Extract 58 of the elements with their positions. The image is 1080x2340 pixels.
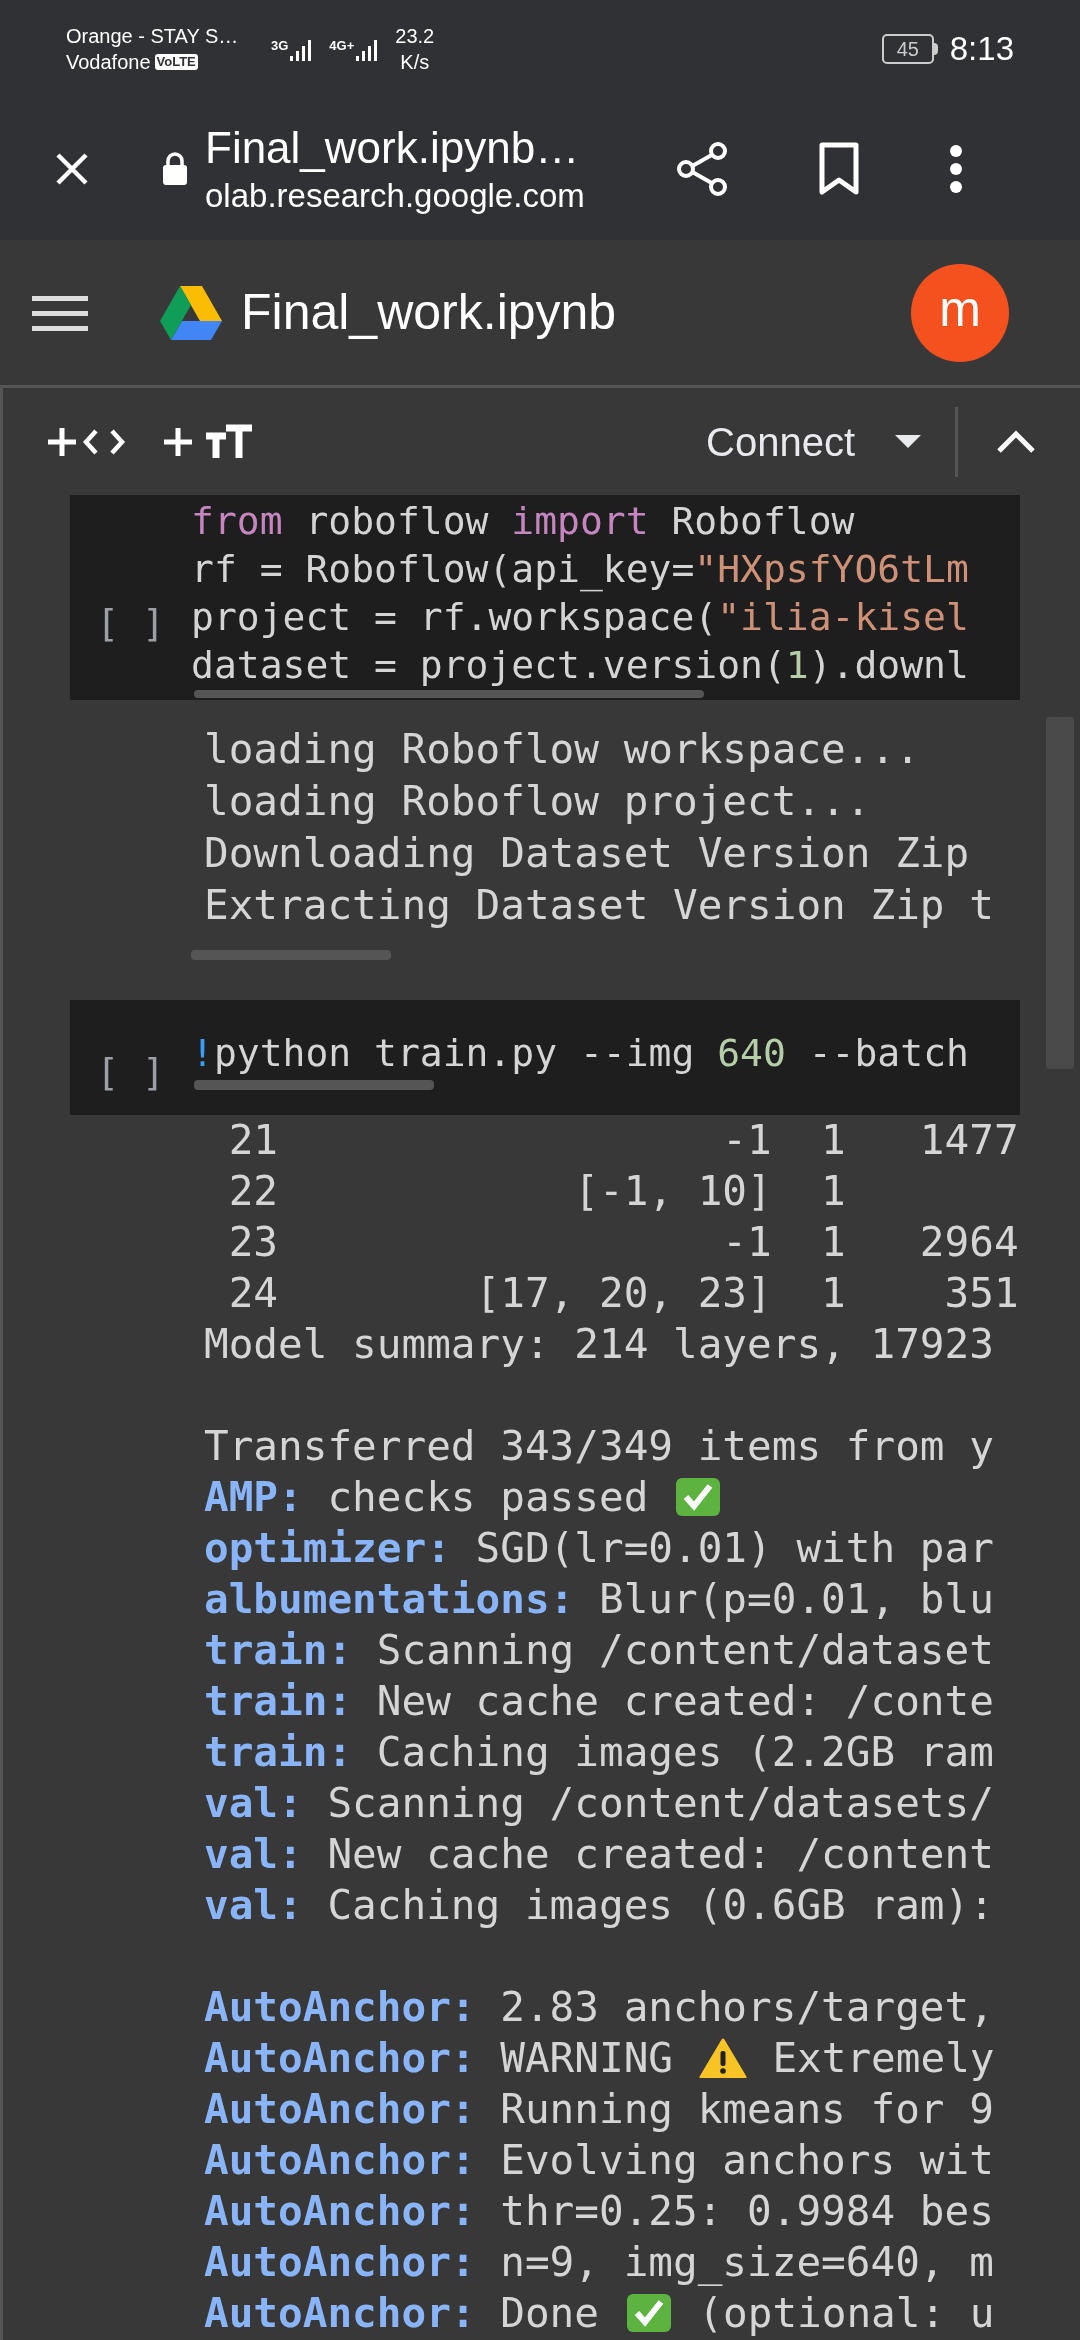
scrollbar-thumb[interactable]	[194, 1080, 434, 1090]
output-line: loading Roboflow workspace...	[204, 724, 920, 775]
output-line: AutoAnchor: WARNING Extremely	[204, 2033, 995, 2084]
output-line: AutoAnchor: Running kmeans for 9	[204, 2084, 994, 2135]
run-cell-button[interactable]: [ ]	[96, 545, 165, 700]
bookmark-icon	[819, 141, 859, 196]
output-line: optimizer: SGD(lr=0.01) with par	[204, 1523, 994, 1574]
network-type: 3G	[271, 36, 289, 55]
clock: 8:13	[949, 28, 1014, 69]
caret-icon	[895, 434, 921, 449]
output-line: albumentations: Blur(p=0.01, blu	[204, 1574, 994, 1625]
drive-logo-icon	[160, 284, 222, 341]
output-line: Extracting Dataset Version Zip t	[204, 880, 994, 931]
lock-icon	[162, 151, 188, 186]
chevron-up-icon	[996, 429, 1036, 454]
output-line: AutoAnchor: 2.83 anchors/target,	[204, 1982, 994, 2033]
add-text-icon	[162, 423, 254, 460]
output-line: loading Roboflow project...	[204, 776, 871, 827]
scrollbar-thumb[interactable]	[191, 950, 391, 960]
output-line: train: Scanning /content/dataset	[204, 1625, 994, 1676]
code-line: dataset = project.version(1).downl	[191, 642, 970, 689]
connect-button[interactable]: Connect	[706, 406, 921, 477]
menu-icon	[32, 293, 88, 332]
output-line: AMP: checks passed	[204, 1472, 723, 1523]
code-cell[interactable]: [ ] from roboflow import Roboflow rf = Roboflow(api_key="HXpsfYO6tLm project = rf.workspace("ilia-kisel dataset = project.version(1).downl	[70, 495, 1020, 700]
scrollbar-thumb[interactable]	[194, 690, 704, 698]
output-line: 24 [17, 20, 23] 1 351	[227, 1268, 1019, 1319]
output-line: val: New cache created: /content	[204, 1829, 994, 1880]
more-icon	[949, 143, 963, 194]
url-text: olab.research.google.com	[205, 175, 586, 216]
output-line: train: New cache created: /conte	[204, 1676, 994, 1727]
output-line: 23 -1 1 2964	[227, 1217, 1019, 1268]
speed-unit: K/s	[400, 49, 430, 75]
page-title: Final_work.ipynb…	[205, 121, 581, 174]
output-line: train: Caching images (2.2GB ram	[204, 1727, 994, 1778]
code-line: rf = Roboflow(api_key="HXpsfYO6tLm	[191, 546, 970, 593]
code-line: from roboflow import Roboflow	[191, 498, 856, 545]
network-type: 4G+	[329, 36, 355, 55]
output-line: Model summary: 214 layers, 17923	[204, 1319, 994, 1370]
carrier-name: Orange - STAY S…	[66, 23, 240, 49]
network-speed: 23.2	[395, 23, 435, 49]
output-line: AutoAnchor: Evolving anchors wit	[204, 2135, 994, 2186]
output-line: AutoAnchor: thr=0.25: 0.9984 bes	[204, 2186, 994, 2237]
output-line: 22 [-1, 10] 1	[227, 1166, 846, 1217]
output-line: AutoAnchor: Done (optional: u	[204, 2288, 995, 2339]
volte-badge: VoLTE	[154, 53, 198, 70]
output-line: 21 -1 1 1477	[227, 1115, 1019, 1166]
run-cell-button[interactable]: [ ]	[96, 1029, 165, 1115]
carrier-name: Vodafone	[66, 49, 151, 75]
output-line: Downloading Dataset Version Zip	[204, 828, 970, 879]
notebook-title: Final_work.ipynb	[241, 283, 617, 342]
code-line: !python train.py --img 640 --batch	[191, 1030, 970, 1077]
output-line: val: Caching images (0.6GB ram):	[204, 1880, 994, 1931]
output-line: AutoAnchor: n=9, img_size=640, m	[204, 2237, 994, 2288]
code-cell[interactable]: [ ] !python train.py --img 640 --batch	[70, 1000, 1020, 1115]
code-line: project = rf.workspace("ilia-kisel	[191, 594, 970, 641]
output-line: Transferred 343/349 items from y	[204, 1421, 994, 1472]
output-line: val: Scanning /content/datasets/	[204, 1778, 994, 1829]
